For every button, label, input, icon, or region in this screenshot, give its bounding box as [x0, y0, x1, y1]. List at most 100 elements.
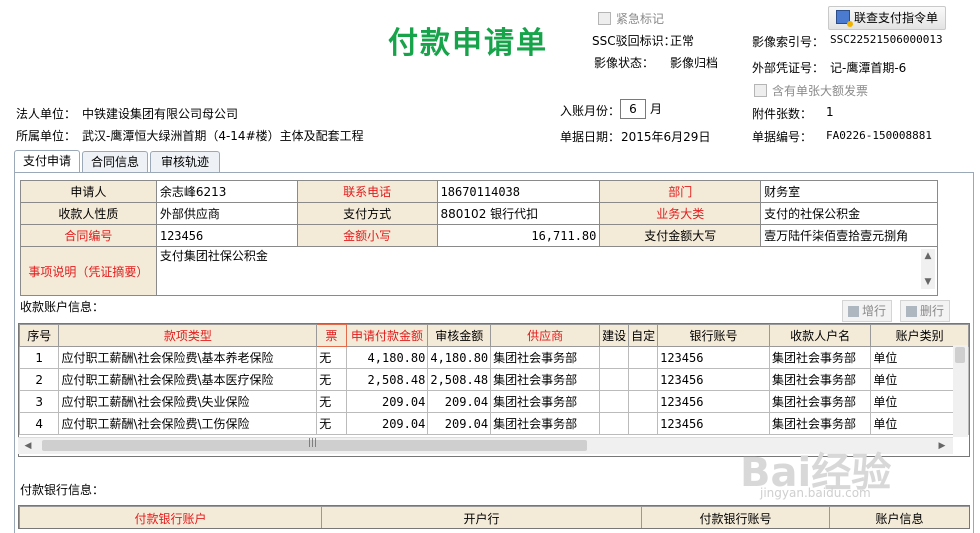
contract-no-field[interactable]: 123456	[155, 224, 298, 247]
build-cell[interactable]	[599, 346, 630, 369]
row-index: 2	[19, 368, 60, 391]
col-header[interactable]: 款项类型	[58, 324, 318, 347]
contract-no-label: 合同编号	[20, 224, 157, 247]
pay-method-field[interactable]: 880102 银行代扣	[436, 202, 601, 225]
pay-method-label: 支付方式	[296, 202, 438, 225]
urgent-checkbox[interactable]: 紧急标记	[598, 10, 664, 27]
biz-category-label: 业务大类	[599, 202, 762, 225]
query-payment-order-button[interactable]: 联查支付指令单	[828, 6, 946, 30]
scroll-thumb[interactable]	[955, 347, 965, 363]
apply-amount-cell[interactable]: 2,508.48	[345, 368, 429, 391]
checkbox-icon[interactable]	[598, 12, 611, 25]
tab-audit-trail[interactable]: 审核轨迹	[150, 151, 220, 172]
table-row[interactable]: 4 应付职工薪酬\社会保险费\工伤保险 无 209.04 209.04 集团社会…	[19, 412, 969, 435]
payee-name-cell[interactable]: 集团社会事务部	[768, 390, 872, 413]
payee-name-cell[interactable]: 集团社会事务部	[768, 346, 872, 369]
custom-cell[interactable]	[628, 412, 659, 435]
supplier-cell[interactable]: 集团社会事务部	[490, 390, 601, 413]
payee-name-cell[interactable]: 集团社会事务部	[768, 412, 872, 435]
custom-cell[interactable]	[628, 346, 659, 369]
image-status-value: 影像归档	[670, 56, 719, 70]
invoice-cell[interactable]: 无	[316, 368, 347, 391]
supplier-cell[interactable]: 集团社会事务部	[490, 412, 601, 435]
col-header[interactable]: 审核金额	[427, 324, 492, 347]
scroll-left-icon[interactable]: ◀	[22, 440, 34, 452]
scroll-right-icon[interactable]: ▶	[936, 440, 948, 452]
custom-cell[interactable]	[628, 368, 659, 391]
add-row-button[interactable]: 增行	[842, 300, 893, 322]
urgent-label: 紧急标记	[616, 12, 665, 26]
scroll-up-icon[interactable]: ▲	[922, 250, 934, 262]
payee-section-title: 收款账户信息：	[20, 300, 105, 314]
col-header[interactable]: 付款银行账户	[19, 506, 322, 528]
unit-label: 所属单位：	[16, 129, 77, 143]
col-header[interactable]: 建设	[599, 324, 630, 347]
period-input[interactable]: 6	[620, 99, 646, 119]
invoice-cell[interactable]: 无	[316, 412, 347, 435]
bank-account-cell[interactable]: 123456	[657, 368, 770, 391]
col-header[interactable]: 银行账号	[657, 324, 770, 347]
legal-entity-value: 中铁建设集团有限公司母公司	[82, 107, 239, 121]
apply-amount-cell[interactable]: 4,180.80	[345, 346, 429, 369]
desc-field[interactable]: 支付集团社保公积金 ▲ ▼	[155, 246, 939, 296]
tab-payment-request[interactable]: 支付申请	[14, 150, 80, 173]
audit-amount-cell[interactable]: 209.04	[427, 390, 492, 413]
col-header[interactable]: 账户类别	[870, 324, 969, 347]
apply-amount-cell[interactable]: 209.04	[345, 390, 429, 413]
dept-field[interactable]: 财务室	[760, 180, 938, 203]
invoice-cell[interactable]: 无	[316, 346, 347, 369]
build-cell[interactable]	[599, 368, 630, 391]
attachments-value: 1	[826, 105, 834, 119]
payment-type-cell[interactable]: 应付职工薪酬\社会保险费\基本医疗保险	[58, 368, 318, 391]
scroll-down-icon[interactable]: ▼	[922, 276, 934, 288]
checkbox-icon[interactable]	[754, 84, 767, 97]
phone-field[interactable]: 18670114038	[436, 180, 601, 203]
unit-value: 武汉-鹰潭恒大绿洲首期（4-14#楼）主体及配套工程	[82, 129, 364, 143]
payment-type-cell[interactable]: 应付职工薪酬\社会保险费\工伤保险	[58, 412, 318, 435]
build-cell[interactable]	[599, 412, 630, 435]
supplier-cell[interactable]: 集团社会事务部	[490, 368, 601, 391]
bank-account-cell[interactable]: 123456	[657, 346, 770, 369]
audit-amount-cell[interactable]: 4,180.80	[427, 346, 492, 369]
grid-vertical-scrollbar[interactable]	[953, 345, 968, 437]
col-header[interactable]: 付款银行账号	[641, 506, 830, 528]
amount-field[interactable]: 16,711.80	[436, 224, 601, 247]
desc-scrollbar[interactable]: ▲ ▼	[921, 249, 935, 289]
amount-upper-field: 壹万陆仟柒佰壹拾壹元捌角	[760, 224, 938, 247]
col-header[interactable]: 序号	[19, 324, 60, 347]
payee-type-field[interactable]: 外部供应商	[155, 202, 298, 225]
table-row[interactable]: 1 应付职工薪酬\社会保险费\基本养老保险 无 4,180.80 4,180.8…	[19, 346, 969, 369]
large-invoice-checkbox[interactable]: 含有单张大额发票	[754, 82, 868, 99]
delete-row-button[interactable]: 删行	[900, 300, 951, 322]
col-header[interactable]: 供应商	[490, 324, 601, 347]
payee-type-label: 收款人性质	[20, 202, 157, 225]
attachments-label: 附件张数：	[752, 107, 813, 121]
bank-account-cell[interactable]: 123456	[657, 412, 770, 435]
audit-amount-cell[interactable]: 2,508.48	[427, 368, 492, 391]
col-header[interactable]: 收款人户名	[768, 324, 872, 347]
col-header[interactable]: 票	[316, 324, 347, 347]
tab-contract-info[interactable]: 合同信息	[82, 151, 148, 172]
payee-name-cell[interactable]: 集团社会事务部	[768, 368, 872, 391]
biz-category-field[interactable]: 支付的社保公积金	[760, 202, 938, 225]
col-header[interactable]: 开户行	[321, 506, 642, 528]
col-header[interactable]: 自定	[628, 324, 659, 347]
custom-cell[interactable]	[628, 390, 659, 413]
period-field[interactable]: 6月	[620, 99, 662, 119]
invoice-cell[interactable]: 无	[316, 390, 347, 413]
table-row[interactable]: 2 应付职工薪酬\社会保险费\基本医疗保险 无 2,508.48 2,508.4…	[19, 368, 969, 391]
bank-section-title: 付款银行信息：	[20, 483, 105, 497]
build-cell[interactable]	[599, 390, 630, 413]
col-header[interactable]: 账户信息	[829, 506, 969, 528]
col-header[interactable]: 申请付款金额	[345, 324, 429, 347]
audit-amount-cell[interactable]: 209.04	[427, 412, 492, 435]
image-index-value: SSC22521506000013	[830, 33, 943, 46]
amount-label: 金额小写	[296, 224, 438, 247]
supplier-cell[interactable]: 集团社会事务部	[490, 346, 601, 369]
bank-account-cell[interactable]: 123456	[657, 390, 770, 413]
payment-type-cell[interactable]: 应付职工薪酬\社会保险费\失业保险	[58, 390, 318, 413]
payment-type-cell[interactable]: 应付职工薪酬\社会保险费\基本养老保险	[58, 346, 318, 369]
apply-amount-cell[interactable]: 209.04	[345, 412, 429, 435]
table-row[interactable]: 3 应付职工薪酬\社会保险费\失业保险 无 209.04 209.04 集团社会…	[19, 390, 969, 413]
applicant-field[interactable]: 余志峰6213	[155, 180, 298, 203]
